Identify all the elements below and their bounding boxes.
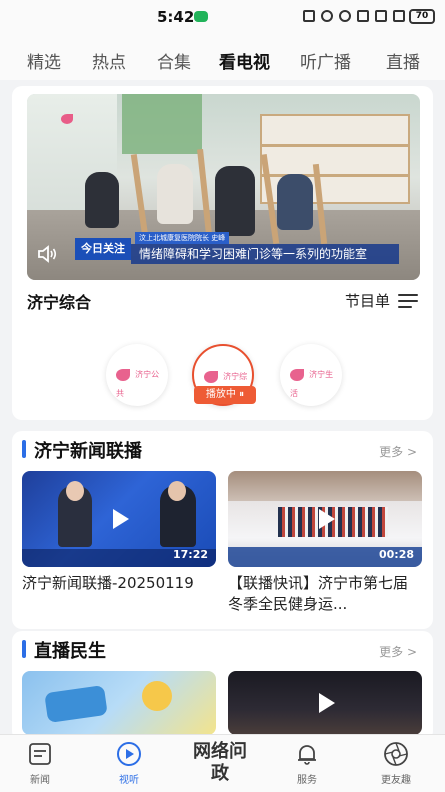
section-title: 济宁新闻联播	[34, 441, 142, 462]
video-player[interactable]: 今日关注 汶上北城康复医院院长 史峰 情绪障碍和学习困难门诊等一系列的功能室	[27, 94, 420, 280]
nav-online-politics[interactable]: 网络问政	[192, 741, 248, 785]
tab-hot[interactable]: 热点	[92, 48, 126, 73]
nav-label: 新闻	[30, 775, 50, 786]
live-livelihood-section: 直播民生 更多 >	[12, 631, 433, 741]
status-bar: 5:42 70	[0, 0, 445, 36]
tab-watch-tv[interactable]: 看电视	[219, 48, 270, 73]
playing-badge: 播放中 ⏸	[194, 386, 256, 404]
more-link[interactable]: 更多 >	[379, 443, 417, 460]
alarm-icon	[339, 10, 351, 22]
schedule-button[interactable]: 节目单	[345, 290, 418, 311]
current-channel-name: 济宁综合	[27, 293, 92, 312]
bluetooth-icon	[321, 10, 333, 22]
more-link[interactable]: 更多 >	[379, 643, 417, 660]
channel-watermark-logo	[61, 108, 111, 124]
video-title: 济宁新闻联播-20250119	[22, 574, 194, 592]
player-card: 今日关注 汶上北城康复医院院长 史峰 情绪障碍和学习困难门诊等一系列的功能室 济…	[12, 86, 433, 420]
video-thumbnail	[22, 671, 216, 735]
aperture-icon	[383, 741, 409, 767]
nav-media[interactable]: 视听	[99, 741, 159, 786]
video-duration: 17:22	[172, 548, 208, 561]
section-accent-bar	[22, 640, 26, 658]
section-header: 直播民生 更多 >	[12, 631, 433, 665]
channel-jining-public[interactable]: 济宁公共	[106, 344, 168, 406]
video-thumbnail	[228, 671, 422, 735]
ticker-subtitle: 汶上北城康复医院院长 史峰	[135, 232, 230, 244]
signal-2-icon	[393, 10, 405, 22]
play-icon	[319, 693, 335, 713]
nav-label: 更友趣	[381, 775, 411, 786]
video-duration: 00:28	[378, 548, 414, 561]
nav-fun[interactable]: 更友趣	[366, 741, 426, 786]
bottom-navigation: 新闻 视听 网络问政 服务 更友趣	[0, 734, 445, 792]
channel-logo-icon: 济宁综合	[204, 366, 248, 400]
signal-icon	[375, 10, 387, 22]
channel-jining-life[interactable]: 济宁生活	[280, 344, 342, 406]
tab-radio[interactable]: 听广播	[300, 48, 351, 73]
play-icon	[319, 509, 335, 529]
section-accent-bar	[22, 440, 26, 458]
play-circle-icon	[116, 741, 142, 767]
speaker-icon[interactable]	[37, 244, 59, 264]
status-icons	[303, 10, 405, 22]
nav-label: 视听	[119, 775, 139, 786]
ticker-tag: 今日关注	[75, 238, 131, 260]
video-thumbnail: 17:22	[22, 471, 216, 567]
video-thumbnail: 00:28	[228, 471, 422, 567]
newspaper-icon	[27, 741, 53, 767]
channel-logo-icon: 济宁公共	[116, 368, 160, 398]
nav-label: 服务	[297, 775, 317, 786]
tab-featured[interactable]: 精选	[27, 48, 61, 73]
video-title: 【联播快讯】济宁市第七届冬季全民健身运...	[228, 574, 409, 613]
news-broadcast-section: 济宁新闻联播 更多 > 17:22 济宁新闻联播-20250119 00:28 …	[12, 431, 433, 629]
section-header: 济宁新闻联播 更多 >	[12, 431, 433, 465]
status-time: 5:42	[157, 8, 195, 26]
nav-service[interactable]: 服务	[277, 741, 337, 786]
tab-live[interactable]: 直播	[386, 48, 420, 73]
top-tabs: 精选 热点 合集 看电视 听广播 直播	[0, 36, 445, 80]
wifi-icon	[357, 10, 369, 22]
news-ticker: 今日关注 汶上北城康复医院院长 史峰 情绪障碍和学习困难门诊等一系列的功能室	[75, 232, 405, 266]
nav-news[interactable]: 新闻	[10, 741, 70, 786]
tab-collections[interactable]: 合集	[157, 48, 191, 73]
list-menu-icon	[398, 293, 418, 308]
channel-logo-icon: 济宁生活	[290, 368, 334, 398]
section-title: 直播民生	[34, 641, 106, 662]
wechat-notification-icon	[194, 11, 208, 22]
battery-icon: 70	[409, 9, 435, 24]
play-icon	[113, 509, 129, 529]
ticker-main-text: 情绪障碍和学习困难门诊等一系列的功能室	[131, 244, 399, 264]
schedule-label: 节目单	[344, 292, 390, 310]
bell-icon	[294, 741, 320, 767]
nfc-icon	[303, 10, 315, 22]
